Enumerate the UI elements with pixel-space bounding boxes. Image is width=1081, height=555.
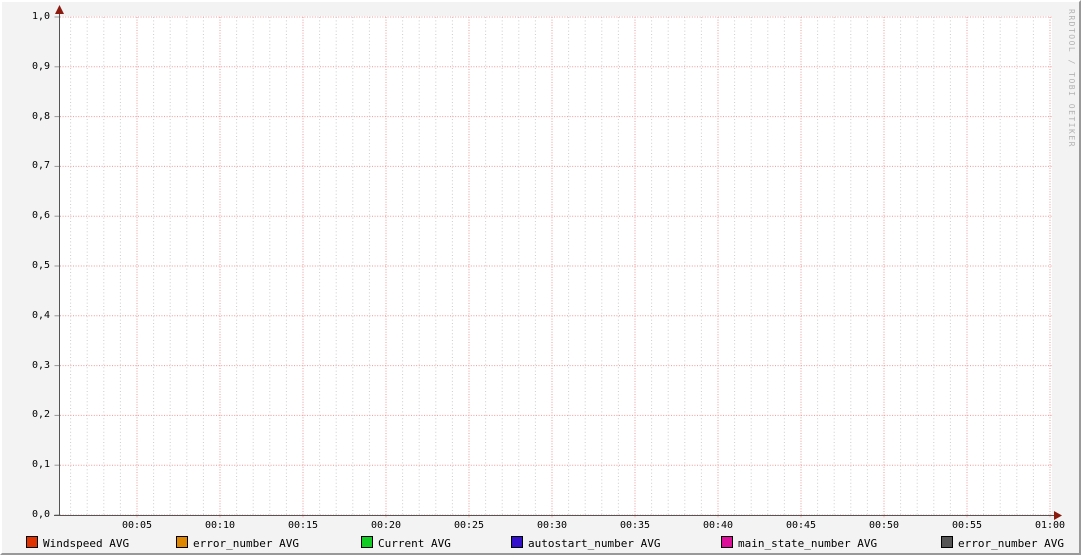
legend-swatch-icon (176, 536, 188, 548)
legend-swatch-icon (511, 536, 523, 548)
x-axis-tick-label: 00:35 (619, 520, 651, 531)
y-axis-tick-label: 0,1 (31, 459, 50, 471)
legend-swatch-icon (361, 536, 373, 548)
legend-item: error_number AVG (176, 536, 299, 550)
x-axis-tick-label: 01:00 (1034, 520, 1066, 531)
y-axis-tick-label: 0,9 (31, 60, 50, 72)
y-axis-tick-label: 0,3 (31, 359, 50, 371)
legend-item: error_number AVG (941, 536, 1064, 550)
x-axis-tick-label: 00:50 (868, 520, 900, 531)
x-axis-tick-label: 00:25 (453, 520, 485, 531)
x-axis-tick-label: 00:15 (287, 520, 319, 531)
legend-swatch-icon (26, 536, 38, 548)
legend-item: autostart_number AVG (511, 536, 660, 550)
y-axis-tick-label: 0,6 (31, 210, 50, 222)
x-axis-arrow-icon (1054, 511, 1062, 520)
legend-item: Current AVG (361, 536, 451, 550)
y-axis-tick-label: 0,0 (31, 509, 50, 520)
legend-item: main_state_number AVG (721, 536, 877, 550)
legend-swatch-icon (941, 536, 953, 548)
legend-label: error_number AVG (193, 537, 299, 550)
x-axis-tick-label: 00:20 (370, 520, 402, 531)
x-axis-tick-label: 00:30 (536, 520, 568, 531)
rrdtool-graph-canvas: 1,0 0,9 0,8 0,7 0,6 0,5 0,4 0,3 0,2 0,1 0,0 00:05 0… (0, 0, 1081, 555)
legend-label: Windspeed AVG (43, 537, 130, 550)
rrdtool-watermark: RRDTOOL / TOBI OETIKER (1067, 9, 1076, 148)
x-axis-tick-label: 00:55 (951, 520, 983, 531)
x-axis-tick-label: 00:40 (702, 520, 734, 531)
y-axis-arrow-icon (55, 5, 64, 14)
legend-swatch-icon (721, 536, 733, 548)
legend-label: main_state_number AVG (738, 537, 878, 550)
x-axis-tick-label: 00:05 (121, 520, 153, 531)
y-axis-tick-label: 0,2 (31, 409, 50, 421)
legend-label: Current AVG (378, 537, 451, 550)
y-axis-tick-label: 1,0 (31, 11, 50, 22)
legend-label: autostart_number AVG (528, 537, 661, 550)
y-axis-tick-label: 0,5 (31, 260, 50, 271)
legend-label: error_number AVG (958, 537, 1064, 550)
y-axis-tick-label: 0,8 (31, 110, 50, 122)
x-axis-tick-label: 00:45 (785, 520, 817, 531)
x-axis-tick-label: 00:10 (204, 520, 236, 531)
grid-and-axes (54, 5, 1062, 520)
y-axis-tick-label: 0,4 (31, 309, 50, 321)
y-axis-tick-label: 0,7 (31, 160, 50, 172)
legend-item: Windspeed AVG (26, 536, 129, 550)
